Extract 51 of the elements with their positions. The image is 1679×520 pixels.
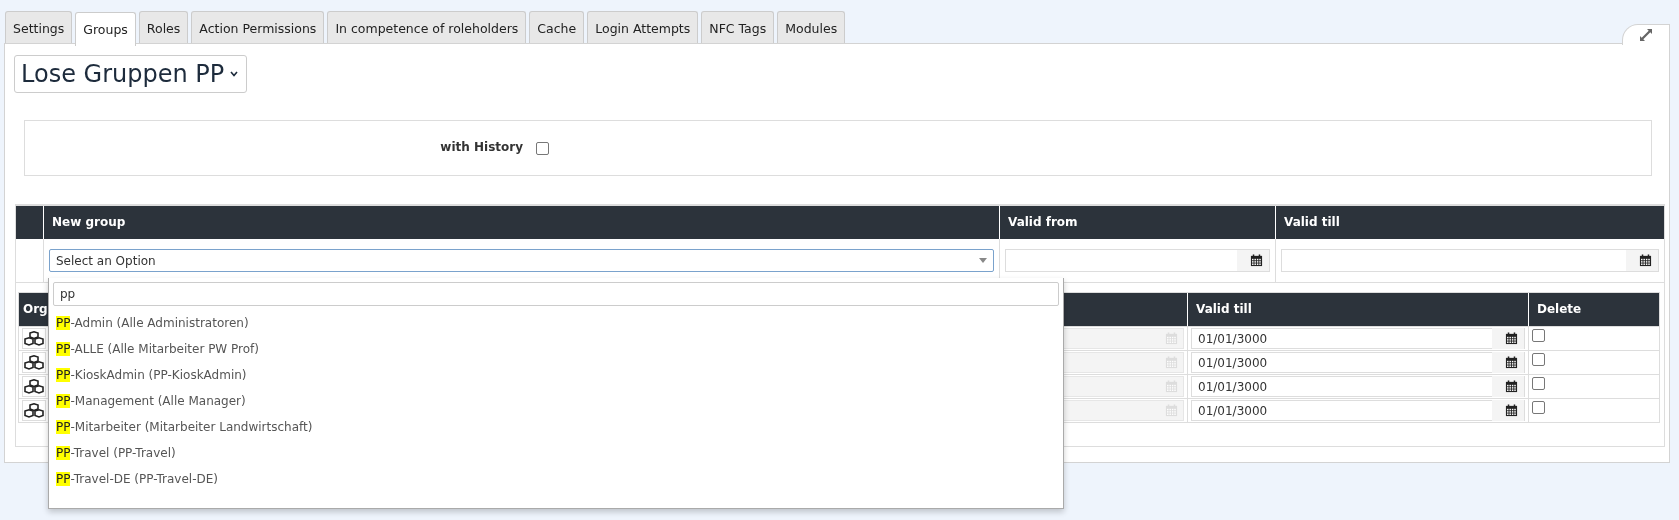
column-header: Org (23, 302, 48, 316)
delete-checkbox[interactable] (1532, 353, 1545, 366)
dropdown-option[interactable]: PP-Management (Alle Manager) (49, 388, 1063, 414)
tab[interactable]: Login Attempts (587, 11, 699, 44)
cubes-icon (24, 378, 44, 395)
dropdown-option[interactable]: PP-Travel-DE (PP-Travel-DE) (49, 466, 1063, 492)
group-select-field[interactable]: Select an Option (49, 249, 994, 272)
dropdown-arrow-icon (979, 258, 987, 263)
column-header: New group (43, 206, 999, 239)
calendar-icon[interactable] (1638, 254, 1652, 267)
tab[interactable]: Roles (138, 11, 189, 44)
cubes-icon (24, 354, 44, 371)
tab[interactable]: In competence of roleholders (327, 11, 527, 44)
column-header: Delete (1537, 302, 1582, 316)
tab[interactable]: Action Permissions (191, 11, 325, 44)
dropdown-option[interactable]: PP-KioskAdmin (PP-KioskAdmin) (49, 362, 1063, 388)
history-label: with History (439, 140, 523, 154)
search-field[interactable]: pp (53, 282, 1059, 306)
calendar-icon[interactable] (1504, 356, 1518, 369)
tab[interactable]: NFC Tags (701, 11, 775, 44)
tab[interactable]: Modules (777, 11, 846, 44)
calendar-icon[interactable] (1504, 332, 1518, 345)
date-field[interactable]: 01/01/3000 (1191, 328, 1525, 349)
tab[interactable]: Settings (5, 11, 73, 44)
date-field[interactable]: 01/01/3000 (1191, 352, 1525, 373)
calendar-icon[interactable] (1504, 380, 1518, 393)
column-header: Valid from (999, 206, 1275, 239)
delete-checkbox[interactable] (1532, 329, 1545, 342)
expand-button[interactable] (1622, 24, 1670, 45)
delete-checkbox[interactable] (1532, 401, 1545, 414)
column-header: Valid till (1275, 206, 1664, 239)
tab[interactable]: Cache (529, 11, 585, 44)
cubes-icon (24, 330, 44, 347)
expand-icon (1639, 28, 1653, 42)
dropdown-option[interactable]: PP-ALLE (Alle Mitarbeiter PW Prof) (49, 336, 1063, 362)
dropdown-option[interactable]: PP-Travel (PP-Travel) (49, 440, 1063, 466)
date-field[interactable] (1005, 249, 1270, 272)
dropdown-option[interactable]: PP-Admin (Alle Administratoren) (49, 310, 1063, 336)
delete-checkbox[interactable] (1532, 377, 1545, 390)
calendar-icon[interactable] (1249, 254, 1263, 267)
dropdown-option[interactable]: PP-Mitarbeiter (Mitarbeiter Landwirtschaft) (49, 414, 1063, 440)
calendar-icon[interactable] (1504, 404, 1518, 417)
date-field[interactable]: 01/01/3000 (1191, 400, 1525, 421)
cubes-icon (24, 402, 44, 419)
column-header: Valid till (1196, 302, 1252, 316)
caret-icon (230, 70, 239, 77)
tab[interactable]: Groups (75, 12, 136, 46)
group-select[interactable]: Lose Gruppen PP (14, 55, 248, 93)
date-field[interactable] (1281, 249, 1659, 272)
history-checkbox[interactable] (536, 141, 549, 155)
date-field[interactable]: 01/01/3000 (1191, 376, 1525, 397)
